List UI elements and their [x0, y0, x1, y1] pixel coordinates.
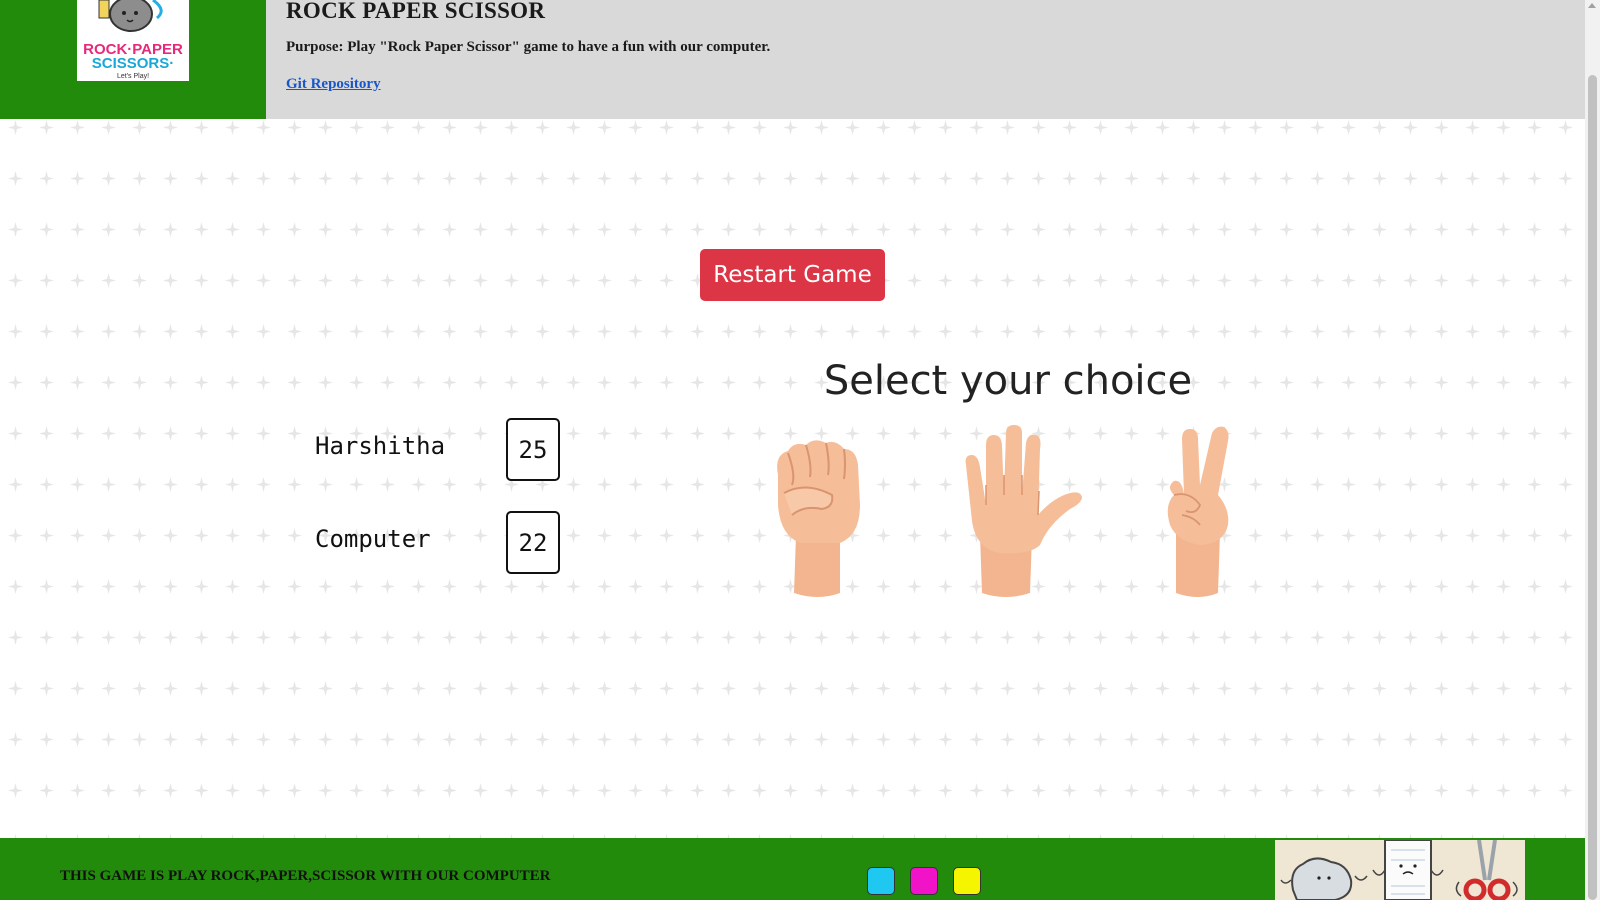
header: ROCK·PAPER SCISSORS· Let's Play! ROCK PA… — [0, 0, 1585, 119]
player-score-user: 25 — [506, 418, 560, 481]
footer: THIS GAME IS PLAY ROCK,PAPER,SCISSOR WIT… — [0, 838, 1585, 900]
paper-hand-icon — [965, 425, 1082, 597]
select-choice-heading: Select your choice — [823, 358, 1193, 404]
purpose-text: Purpose: Play "Rock Paper Scissor" game … — [286, 39, 771, 55]
player-name-computer: Computer — [315, 525, 431, 553]
player-name-user: Harshitha — [315, 432, 446, 460]
scissor-hand-icon — [1167, 426, 1229, 597]
logo: ROCK·PAPER SCISSORS· Let's Play! — [77, 0, 189, 81]
scissor-choice-button[interactable] — [1160, 425, 1240, 597]
rock-hand-icon — [777, 440, 860, 597]
rock-paper-scissor-characters-image — [1275, 840, 1525, 900]
color-button-magenta[interactable] — [910, 867, 938, 895]
header-logo-panel: ROCK·PAPER SCISSORS· Let's Play! — [0, 0, 266, 119]
git-repository-link[interactable]: Git Repository — [286, 76, 381, 93]
restart-game-button[interactable]: Restart Game — [700, 249, 885, 301]
footer-text: THIS GAME IS PLAY ROCK,PAPER,SCISSOR WIT… — [60, 868, 551, 884]
rock-choice-button[interactable] — [770, 435, 870, 597]
scrollbar-thumb[interactable] — [1588, 75, 1597, 900]
page-title: ROCK PAPER SCISSOR — [286, 0, 546, 23]
vertical-scrollbar[interactable] — [1585, 0, 1600, 900]
player-score-computer: 22 — [506, 511, 560, 574]
header-info-panel: ROCK PAPER SCISSOR Purpose: Play "Rock P… — [266, 0, 1585, 119]
color-button-cyan[interactable] — [867, 867, 895, 895]
color-button-yellow[interactable] — [953, 867, 981, 895]
paper-choice-button[interactable] — [960, 425, 1085, 597]
logo-tagline: Let's Play! — [117, 73, 149, 80]
logo-text-line2: SCISSORS· — [92, 55, 175, 72]
scroll-up-arrow-icon[interactable] — [1588, 3, 1596, 8]
